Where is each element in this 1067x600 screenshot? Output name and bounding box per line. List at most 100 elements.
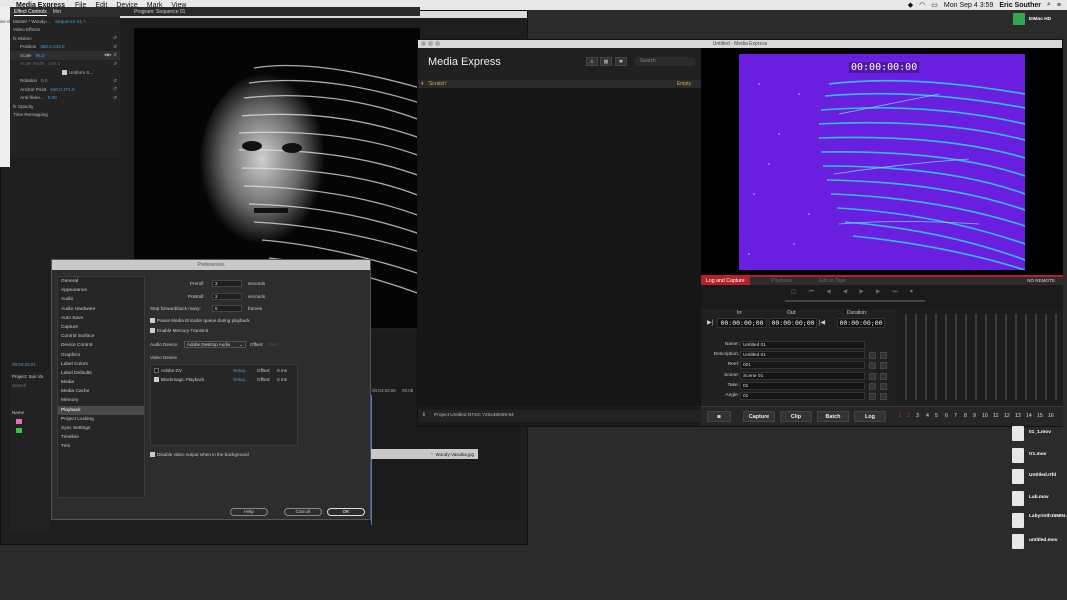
device-checkbox[interactable] bbox=[154, 368, 159, 374]
ec-row-value[interactable]: 360.0 243.0 bbox=[40, 44, 64, 49]
tab-metadata[interactable]: Met bbox=[53, 9, 61, 15]
info-icon[interactable]: ℹ bbox=[423, 410, 425, 422]
scratch-bin-row[interactable]: ▾ 'Scratch' Empty bbox=[418, 80, 701, 88]
audio-fader[interactable] bbox=[965, 314, 967, 400]
reset-icon[interactable]: ↺ bbox=[113, 35, 117, 41]
pref-cat-media-cache[interactable]: Media Cache bbox=[58, 387, 144, 396]
field-auto-button[interactable] bbox=[880, 362, 887, 369]
ec-row-value[interactable]: 100.0 bbox=[49, 61, 61, 66]
project-search[interactable]: Search bbox=[10, 381, 50, 390]
audio-offset-input[interactable]: 0ms bbox=[268, 342, 277, 347]
field-increment-button[interactable] bbox=[869, 373, 876, 380]
mercury-checkbox[interactable] bbox=[150, 328, 155, 334]
audio-fader[interactable] bbox=[1005, 314, 1007, 400]
disable-bg-row[interactable]: Disable video output when in the backgro… bbox=[150, 452, 249, 458]
ec-row-value[interactable]: 0.00 bbox=[48, 95, 57, 100]
ec-row-rotation[interactable]: Rotation 0.0 ↺ bbox=[10, 77, 120, 86]
ec-row-time-remap[interactable]: Time Remapping bbox=[10, 111, 120, 120]
reset-icon[interactable]: ↺ bbox=[113, 78, 117, 84]
channel-14[interactable]: 14 bbox=[1026, 413, 1032, 419]
pref-cat-device-control[interactable]: Device Control bbox=[58, 341, 144, 350]
help-button[interactable]: Help bbox=[230, 508, 268, 516]
device-setup-link[interactable]: Setup... bbox=[233, 368, 249, 373]
hard-drive-icon[interactable] bbox=[1013, 13, 1025, 25]
mark-in-icon[interactable]: ▶| bbox=[707, 319, 713, 326]
ec-row-value[interactable]: 0.0 bbox=[41, 78, 47, 83]
list-view-icon[interactable]: ≡ bbox=[586, 57, 598, 66]
field-auto-button[interactable] bbox=[880, 352, 887, 359]
timeline-clip[interactable]: ★ Woody-Vasulka.jpg bbox=[370, 449, 478, 459]
audio-fader[interactable] bbox=[995, 314, 997, 400]
channel-7[interactable]: 7 bbox=[954, 413, 957, 419]
ec-row-opacity[interactable]: fx Opacity bbox=[10, 102, 120, 111]
channel-2[interactable]: 2 bbox=[907, 413, 910, 419]
reset-icon[interactable]: ↺ bbox=[113, 61, 117, 67]
tab-edit-to-tape[interactable]: Edit to Tape bbox=[819, 277, 846, 285]
notification-icon[interactable]: ≡ bbox=[1057, 2, 1061, 9]
clip-button[interactable]: Clip bbox=[780, 411, 812, 422]
field-increment-button[interactable] bbox=[869, 383, 876, 390]
project-tab[interactable]: Project: Sun Va bbox=[10, 372, 50, 381]
reset-icon[interactable]: ↺ bbox=[113, 95, 117, 101]
camera-icon[interactable]: ◙ bbox=[707, 411, 731, 422]
device-row-adobe-dv[interactable]: Adobe DV bbox=[154, 368, 182, 374]
audio-fader[interactable] bbox=[1035, 314, 1037, 400]
field-increment-button[interactable] bbox=[869, 362, 876, 369]
audio-fader[interactable] bbox=[985, 314, 987, 400]
audio-fader[interactable] bbox=[1045, 314, 1047, 400]
disclosure-triangle-icon[interactable]: ▾ bbox=[421, 81, 424, 87]
pref-cat-timeline[interactable]: Timeline bbox=[58, 433, 144, 442]
pref-cat-trim[interactable]: Trim bbox=[58, 442, 144, 451]
timeline-playhead[interactable] bbox=[371, 395, 372, 525]
pref-cat-project-locking[interactable]: Project Locking bbox=[58, 415, 144, 424]
pause-encoder-checkbox[interactable] bbox=[150, 318, 155, 324]
audio-fader[interactable] bbox=[1055, 314, 1057, 400]
channel-9[interactable]: 9 bbox=[973, 413, 976, 419]
menubar-datetime[interactable]: Mon Sep 4 3:59 bbox=[944, 2, 993, 9]
disable-bg-checkbox[interactable] bbox=[150, 452, 155, 458]
spotlight-icon[interactable]: ⌕ bbox=[1047, 1, 1051, 9]
hard-drive-label[interactable]: EIMac HD bbox=[1029, 17, 1051, 22]
search-input[interactable]: Search bbox=[634, 57, 696, 66]
scene-field[interactable]: Scene 01 bbox=[740, 372, 865, 380]
menubar-user[interactable]: Eric Souther bbox=[999, 2, 1041, 9]
transport-buttons[interactable]: ◫⏮◀◀▶▶⏭⏺ bbox=[791, 288, 925, 296]
angle-field[interactable]: 01 bbox=[740, 392, 865, 400]
cancel-button[interactable]: Cancel bbox=[284, 508, 322, 516]
audio-fader[interactable] bbox=[1025, 314, 1027, 400]
out-timecode[interactable]: 00:00:00;00 bbox=[769, 318, 817, 328]
log-button[interactable]: Log bbox=[854, 411, 886, 422]
pref-cat-general[interactable]: General bbox=[58, 277, 144, 286]
device-offset-value[interactable]: 0 ms bbox=[277, 368, 287, 373]
pref-cat-memory[interactable]: Memory bbox=[58, 396, 144, 405]
media-list[interactable] bbox=[418, 88, 701, 406]
reset-icon[interactable]: ↺ bbox=[113, 86, 117, 92]
ec-row-antiflicker[interactable]: Anti-flicke... 0.00 ↺ bbox=[10, 94, 120, 103]
step-input[interactable]: 5 bbox=[212, 305, 242, 312]
batch-button[interactable]: Batch bbox=[817, 411, 849, 422]
tab-playback[interactable]: Playback bbox=[771, 277, 792, 285]
ec-row-value[interactable]: 96.0 bbox=[36, 53, 45, 58]
reset-icon[interactable]: ↺ bbox=[113, 44, 117, 50]
ec-master-row[interactable]: Master * Woody-... Sequence 01 *... bbox=[10, 17, 120, 26]
device-row-blackmagic[interactable]: Blackmagic Playback bbox=[154, 377, 204, 383]
pref-cat-audio[interactable]: Audio bbox=[58, 295, 144, 304]
device-checkbox[interactable] bbox=[154, 377, 159, 383]
audio-fader[interactable] bbox=[945, 314, 947, 400]
pref-cat-playback[interactable]: Playback bbox=[58, 405, 144, 415]
device-offset-value[interactable]: 0 ms bbox=[277, 377, 287, 382]
channel-10[interactable]: 10 bbox=[982, 413, 988, 419]
preroll-input[interactable]: 3 bbox=[212, 280, 242, 287]
minimize-window-icon[interactable] bbox=[428, 41, 433, 46]
pref-cat-label-colors[interactable]: Label Colors bbox=[58, 360, 144, 369]
project-name-column[interactable]: Name bbox=[10, 408, 50, 417]
pref-cat-audio-hardware[interactable]: Audio Hardware bbox=[58, 305, 144, 314]
field-auto-button[interactable] bbox=[880, 383, 887, 390]
ec-row-position[interactable]: Position 360.0 243.0 ↺ bbox=[10, 43, 120, 52]
device-setup-link[interactable]: Setup... bbox=[233, 377, 249, 382]
ec-row-value[interactable]: 640.0 471.0 bbox=[50, 87, 74, 92]
ec-row-anchor[interactable]: Anchor Point 640.0 471.0 ↺ bbox=[10, 85, 120, 94]
channel-4[interactable]: 4 bbox=[926, 413, 929, 419]
tab-log-and-capture[interactable]: Log and Capture bbox=[701, 277, 750, 285]
field-auto-button[interactable] bbox=[880, 393, 887, 400]
